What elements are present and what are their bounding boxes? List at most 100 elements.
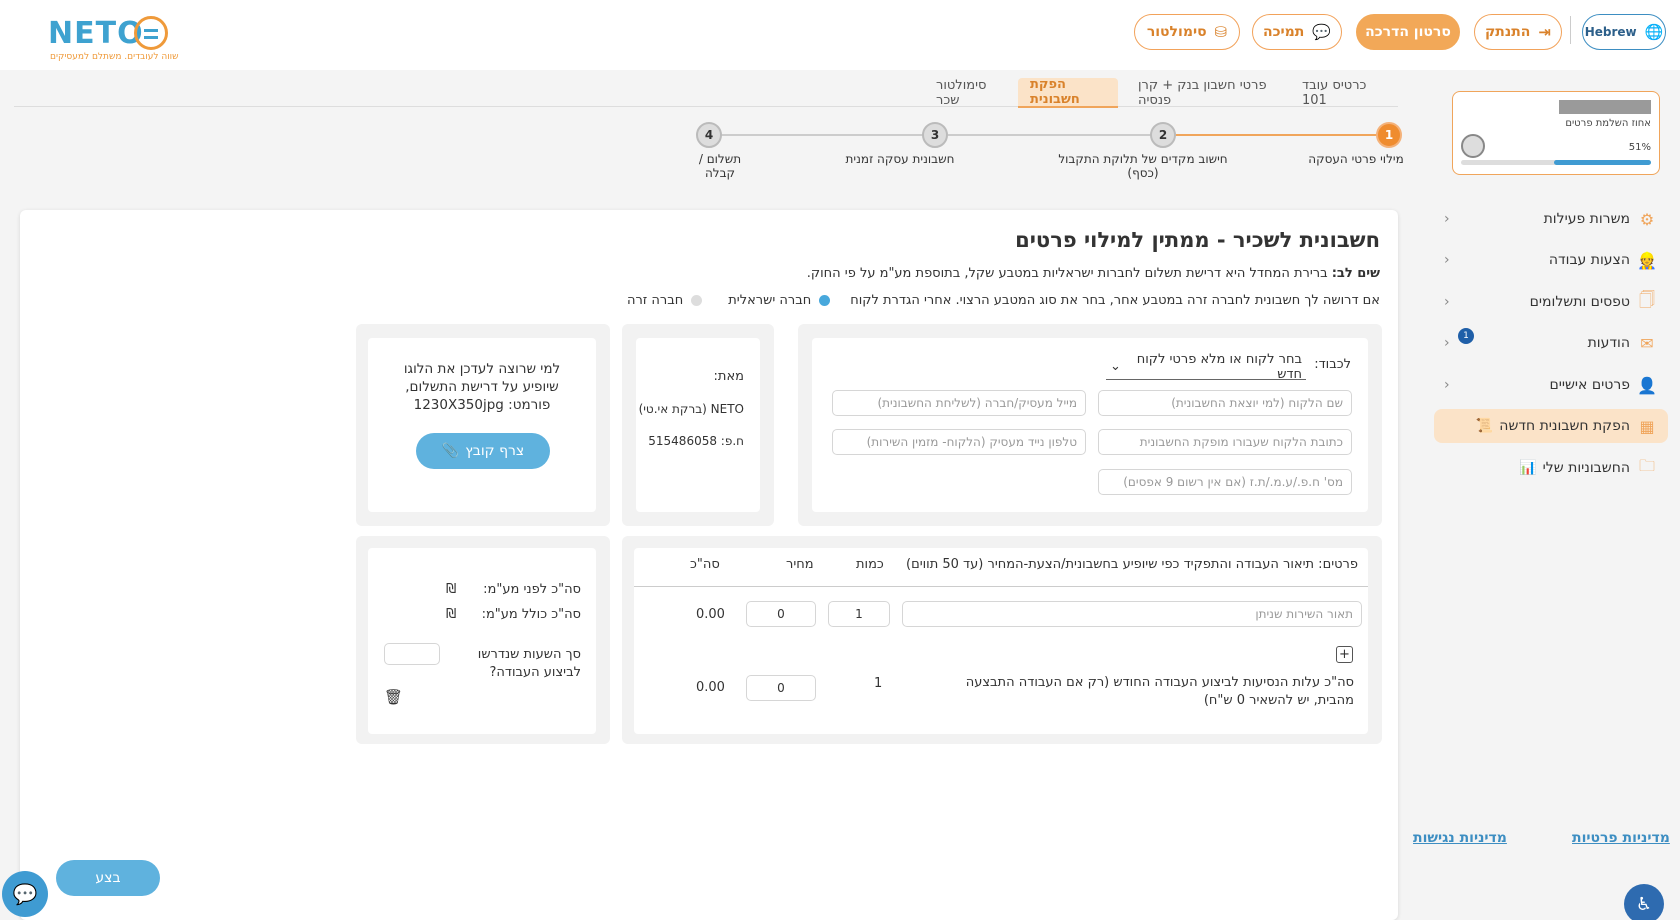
sidebar-item-label: משרות פעילות	[1543, 211, 1630, 227]
sidebar-item-forms-payments[interactable]: 🗍 טפסים ותשלומים ‹	[1434, 285, 1668, 319]
invoice-icon: ▦	[1639, 416, 1655, 436]
sidebar-item-label: פרטים אישיים	[1549, 377, 1630, 393]
chat-widget-button[interactable]: 💬	[2, 871, 48, 917]
accessibility-button[interactable]: ♿	[1624, 884, 1664, 920]
privacy-policy-link[interactable]: מדיניות פרטיות	[1572, 830, 1670, 846]
simulator-label: סימולטור	[1146, 24, 1207, 40]
logout-icon: ⇥	[1538, 22, 1551, 41]
travel-total: 0.00	[696, 680, 725, 695]
sidebar-item-label: הודעות	[1587, 335, 1630, 351]
chevron-down-icon: ⌄	[1110, 359, 1121, 374]
chevron-left-icon: ‹	[1444, 377, 1450, 393]
simulator-button[interactable]: סימולטור ⛁	[1134, 14, 1240, 50]
profile-progress-bar	[1461, 160, 1651, 165]
chat-bubble-icon: 💬	[1312, 22, 1332, 41]
sidebar-item-active-jobs[interactable]: ⚙ משרות פעילות ‹	[1434, 202, 1668, 236]
support-label: תמיכה	[1262, 24, 1305, 40]
top-header: NETO שווה לעובדים. משתלם למעסיקים סימולט…	[0, 0, 1680, 70]
envelope-icon: ✉	[1640, 333, 1654, 353]
user-icon: 👤	[1637, 375, 1657, 395]
price-header: מחיר	[786, 557, 814, 572]
total-header: סה"כ	[690, 557, 720, 572]
logout-label: התנתק	[1485, 24, 1531, 40]
avatar[interactable]	[1461, 134, 1485, 158]
tab-bank-pension[interactable]: פרטי חשבון בנק + קרן פנסיה	[1126, 78, 1282, 108]
chevron-left-icon: ‹	[1444, 335, 1450, 351]
sidebar-item-personal-details[interactable]: 👤 פרטים אישיים ‹	[1434, 368, 1668, 402]
database-icon: ⛁	[1214, 22, 1228, 41]
documents-icon: 🗍	[1639, 289, 1655, 309]
attach-file-button[interactable]: צרף קובץ 📎	[416, 433, 550, 469]
submit-button[interactable]: בצע	[56, 860, 160, 896]
tutorial-button[interactable]: סרטון הדרכה	[1356, 14, 1460, 50]
client-name-input[interactable]: שם הלקוח (למי יוצאת החשבונית)	[1098, 390, 1352, 416]
currency-row: אם דרושה לך חשבונית לחברה זרה במטבע אחר,…	[627, 293, 1380, 308]
sum-with-vat-label: סה"כ כולל מע"מ:	[481, 607, 581, 622]
tutorial-label: סרטון הדרכה	[1365, 24, 1451, 40]
neto-logo[interactable]: NETO שווה לעובדים. משתלם למעסיקים	[48, 14, 178, 64]
service-description-input[interactable]: תאור השירות שניתן	[902, 601, 1362, 627]
accessibility-policy-link[interactable]: מדיניות נגישות	[1413, 830, 1507, 846]
price-input[interactable]: 0	[746, 601, 816, 627]
support-button[interactable]: תמיכה 💬	[1252, 14, 1342, 50]
step-1-dot: 1	[1376, 122, 1402, 148]
qty-header: כמות	[856, 557, 884, 572]
profile-progress-label: אחוז השלמת פרטים	[1565, 118, 1651, 129]
messages-count-badge: 1	[1458, 328, 1474, 344]
tab-salary-simulator[interactable]: סימולטור שכר	[924, 78, 1014, 108]
paperclip-icon: 📎	[441, 443, 460, 459]
sidebar-item-label: טפסים ותשלומים	[1529, 294, 1630, 310]
language-label: Hebrew	[1584, 25, 1637, 39]
travel-price-input[interactable]: 0	[746, 675, 816, 701]
scroll-icon: 📜	[1475, 418, 1494, 434]
chevron-left-icon: ‹	[1444, 211, 1450, 227]
client-select[interactable]: בחר לקוח או מלא פרטי לקוח חדש ⌄	[1106, 352, 1306, 382]
employer-email-input[interactable]: מייל מעסיק/חברה (לשליחת החשבונית)	[832, 390, 1086, 416]
note-bold: שים לב:	[1331, 266, 1380, 281]
line-total: 0.00	[696, 607, 725, 622]
logo-mark-icon	[134, 16, 168, 50]
chevron-left-icon: ‹	[1444, 294, 1450, 310]
step-1-label: מילוי פרטי העסקה	[1308, 152, 1404, 166]
tab-employee-card-101[interactable]: כרטיס עובד 101	[1290, 78, 1398, 108]
hours-input[interactable]	[384, 643, 440, 665]
step-3-label: חשבונית עסקה זמנית	[845, 152, 955, 166]
sidebar-item-label: הצעות עבודה	[1548, 252, 1630, 268]
profile-progress-card: אחוז השלמת פרטים 51%	[1452, 91, 1660, 175]
tab-issue-invoice[interactable]: הפקת חשבונית	[1018, 77, 1118, 108]
sidebar-item-messages[interactable]: ✉ הודעות ‹ 1	[1434, 326, 1668, 360]
logout-button[interactable]: התנתק ⇥	[1474, 14, 1562, 50]
profile-progress-fill	[1554, 160, 1651, 165]
from-card	[636, 338, 760, 512]
radio-israeli-company[interactable]	[819, 295, 831, 306]
language-button[interactable]: Hebrew 🌐	[1582, 14, 1666, 50]
chevron-left-icon: ‹	[1444, 252, 1450, 268]
radio-foreign-company[interactable]	[691, 295, 703, 306]
chart-icon: 📊	[1519, 460, 1537, 476]
stepper-line-done	[1174, 134, 1388, 136]
radio-israeli-label: חברה ישראלית	[728, 293, 812, 308]
sidebar-item-new-invoice[interactable]: ▦ הפקת חשבונית חדשה 📜	[1434, 409, 1668, 443]
folder-icon: 🗀	[1638, 455, 1655, 475]
step-4-label: תשלום / קבלה	[698, 152, 742, 180]
from-label: מאת:	[713, 369, 744, 384]
client-id-input[interactable]: מס' ח.פ./ע.מ./ת.ז (אם אין רשום 9 אפסים)	[1098, 469, 1352, 495]
client-address-input[interactable]: כתובת הלקוח שעבורו מופקת החשבונית	[1098, 429, 1352, 455]
plus-icon: +	[1339, 647, 1350, 662]
from-company-name: NETO (ברקת אי.טי)	[638, 402, 744, 416]
sidebar-item-job-offers[interactable]: 👷 הצעות עבודה ‹	[1434, 243, 1668, 277]
hours-question: סך השעות שנדרשו לביצוע העבודה?	[477, 647, 581, 681]
accessibility-icon: ♿	[1635, 893, 1653, 915]
foreign-currency-text: אם דרושה לך חשבונית לחברה זרה במטבע אחר,…	[850, 293, 1380, 308]
add-row-button[interactable]: +	[1336, 646, 1353, 663]
stepper-line	[720, 134, 936, 136]
summary-card	[368, 548, 596, 734]
quantity-input[interactable]: 1	[828, 601, 890, 627]
travel-qty: 1	[874, 676, 883, 691]
trash-icon[interactable]: 🗑	[384, 688, 403, 706]
employer-phone-input[interactable]: טלפון נייד מעסיק (הלקוח- מזמין השירות)	[832, 429, 1086, 455]
page-title: חשבונית לשכיר - ממתין למילוי פרטים	[1015, 228, 1380, 252]
sidebar-item-my-invoices[interactable]: 🗀 החשבוניות שלי 📊	[1434, 451, 1668, 485]
logo-text: NETO	[48, 16, 144, 51]
vat-note: שים לב: ברירת המחדל היא דרישת תשלום לחבר…	[807, 266, 1380, 281]
